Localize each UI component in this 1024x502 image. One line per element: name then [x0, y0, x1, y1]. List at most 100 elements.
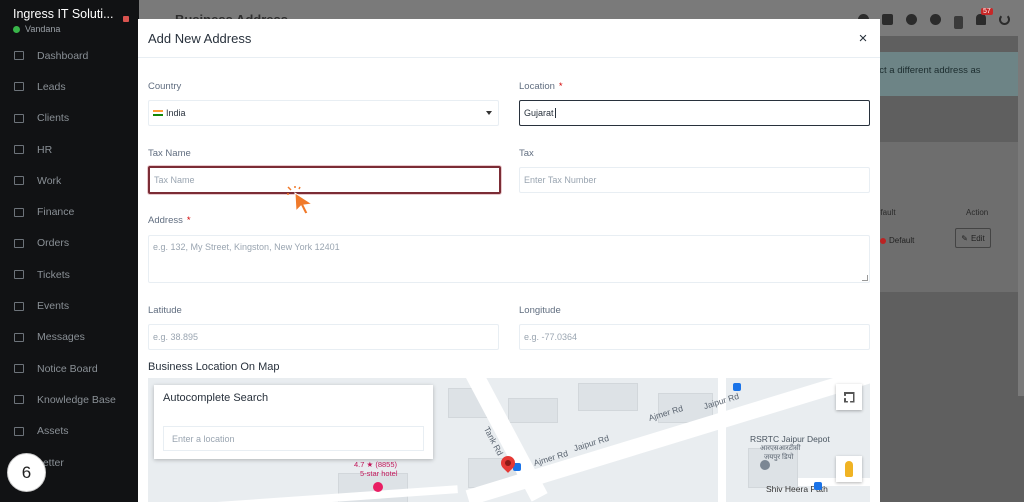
bus-stop-icon[interactable] [814, 482, 822, 490]
book-icon [13, 394, 25, 405]
sidebar-item-knowledge-base[interactable]: Knowledge Base [0, 384, 139, 415]
clipboard-icon-shape [14, 364, 24, 374]
brand-name: Ingress IT Soluti... [13, 7, 114, 21]
sidebar-item-clients[interactable]: Clients [0, 103, 139, 134]
bus-stop-icon[interactable] [733, 383, 741, 391]
address-label-text: Address [148, 215, 183, 226]
longitude-input[interactable]: e.g. -77.0364 [519, 324, 870, 350]
street-view-button[interactable] [836, 456, 862, 482]
add-address-modal: Add New Address × Country India Location… [138, 19, 880, 502]
clock-icon[interactable] [906, 14, 917, 25]
click-cursor-icon [287, 186, 314, 215]
sidebar: Ingress IT Soluti... Vandana Dashboard Le… [0, 0, 139, 502]
sidebar-item-assets[interactable]: Assets [0, 416, 139, 447]
map-label-hotel: 5-star hotel [360, 469, 398, 478]
sidebar-item-messages[interactable]: Messages [0, 322, 139, 353]
map-label-rsrtc-hindi: आरएसआरटीसी [760, 445, 801, 452]
tax-name-input[interactable]: Tax Name [148, 166, 501, 194]
sidebar-item-dashboard[interactable]: Dashboard [0, 40, 139, 71]
calendar-icon [13, 301, 25, 312]
dollar-icon [13, 207, 25, 218]
map-block [508, 398, 558, 423]
top-icons: 57 [858, 8, 1010, 29]
home-icon-shape [14, 51, 24, 61]
sidebar-item-leads[interactable]: Leads [0, 71, 139, 102]
map-label-rating: 4.7 ★ (8855) [354, 460, 397, 469]
people-icon [13, 144, 25, 155]
close-button[interactable]: × [856, 30, 870, 47]
required-mark: * [186, 215, 191, 226]
briefcase-icon-shape [14, 176, 24, 186]
country-select[interactable]: India [148, 100, 499, 126]
resize-handle-icon[interactable] [862, 275, 868, 281]
tax-number-placeholder: Enter Tax Number [524, 175, 597, 185]
hotel-icon[interactable] [373, 482, 383, 492]
monitor-icon [13, 426, 25, 437]
location-label-text: Location [519, 81, 555, 92]
sidebar-item-events[interactable]: Events [0, 290, 139, 321]
headset-icon [13, 269, 25, 280]
edit-icon: ✎ [961, 233, 968, 243]
bus-depot-icon[interactable] [760, 460, 770, 470]
tax-number-input[interactable]: Enter Tax Number [519, 167, 870, 193]
dollar-icon-shape [14, 207, 24, 217]
latitude-placeholder: e.g. 38.895 [153, 332, 199, 342]
user-icon[interactable] [954, 16, 963, 29]
chat-icon[interactable] [882, 14, 893, 25]
user-name: Vandana [25, 24, 61, 34]
map-label-rsrtc: RSRTC Jaipur Depot [750, 434, 830, 444]
fullscreen-button[interactable] [836, 384, 862, 410]
sidebar-item-label: Messages [37, 331, 85, 344]
location-input[interactable]: Gujarat [519, 100, 870, 126]
latitude-input[interactable]: e.g. 38.895 [148, 324, 499, 350]
sidebar-nav: Dashboard Leads Clients HR Work Finance Orders… [0, 40, 139, 478]
sidebar-item-orders[interactable]: Orders [0, 228, 139, 259]
sidebar-item-work[interactable]: Work [0, 165, 139, 196]
map-road [148, 485, 458, 502]
background-col-action: Action [966, 208, 989, 217]
tax-name-label: Tax Name [148, 148, 191, 159]
brand[interactable]: Ingress IT Soluti... Vandana [0, 0, 139, 40]
autocomplete-title: Autocomplete Search [163, 392, 269, 404]
longitude-label: Longitude [519, 305, 561, 316]
add-icon[interactable] [930, 14, 941, 25]
sidebar-item-label: Finance [37, 206, 75, 219]
sidebar-item-label: Clients [37, 112, 70, 125]
bar-chart-icon-shape [14, 113, 24, 123]
chevron-down-icon [486, 111, 492, 115]
modal-header: Add New Address × [138, 19, 880, 58]
required-mark: * [558, 81, 563, 92]
location-value: Gujarat [524, 108, 554, 118]
autocomplete-input[interactable]: Enter a location [163, 426, 424, 451]
map-section-title: Business Location On Map [148, 361, 280, 373]
monitor-icon-shape [14, 426, 24, 436]
sidebar-item-label: Dashboard [37, 49, 89, 62]
power-icon[interactable] [999, 14, 1010, 25]
default-text: Default [889, 236, 915, 245]
sidebar-item-tickets[interactable]: Tickets [0, 259, 139, 290]
fullscreen-icon [843, 391, 855, 403]
sidebar-toggle-icon[interactable] [123, 16, 129, 22]
people-icon-shape [14, 145, 24, 155]
chat-icon-shape [14, 332, 24, 342]
address-textarea[interactable]: e.g. 132, My Street, Kingston, New York … [148, 235, 870, 283]
background-card [860, 142, 1020, 292]
address-placeholder: e.g. 132, My Street, Kingston, New York … [153, 242, 340, 252]
id-card-icon [13, 81, 25, 92]
bell-icon[interactable]: 57 [976, 8, 993, 25]
location-map[interactable]: Tank Rd Ajmer Rd Jaipur Rd Ajmer Rd Jaip… [148, 378, 870, 502]
page-scrollbar[interactable] [1018, 36, 1024, 396]
background-default-label: Default [880, 236, 914, 245]
headset-icon-shape [14, 270, 24, 280]
sidebar-item-hr[interactable]: HR [0, 134, 139, 165]
background-edit-button: ✎ Edit [955, 228, 991, 248]
sidebar-item-notice-board[interactable]: Notice Board [0, 353, 139, 384]
sidebar-item-finance[interactable]: Finance [0, 196, 139, 227]
pegman-icon [845, 461, 853, 477]
cart-icon-shape [14, 238, 24, 248]
autocomplete-placeholder: Enter a location [172, 433, 235, 444]
sidebar-item-label: HR [37, 143, 53, 156]
text-caret [554, 108, 556, 118]
online-status-dot [13, 25, 20, 33]
modal-title: Add New Address [148, 30, 252, 46]
